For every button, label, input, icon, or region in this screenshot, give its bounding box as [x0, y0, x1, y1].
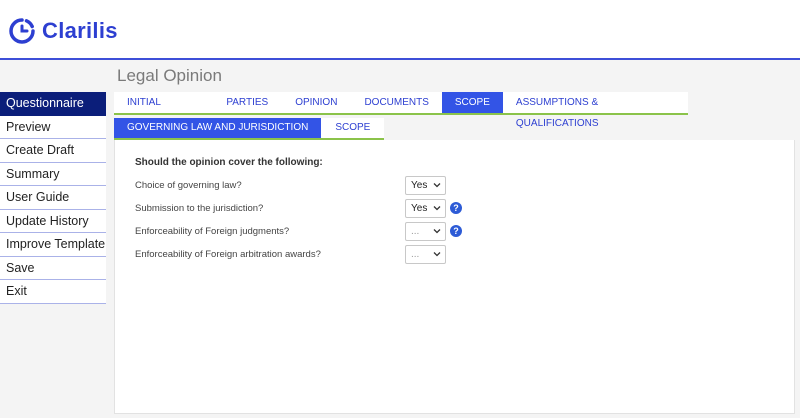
brand-name: Clarilis	[42, 18, 118, 43]
question-row: Choice of governing law? Yes	[115, 176, 794, 196]
chevron-down-icon	[433, 206, 441, 211]
page-title: Legal Opinion	[117, 66, 222, 85]
section-tabs: INITIAL DETAILS PARTIES OPINION DOCUMENT…	[114, 92, 688, 129]
subtab-governing-law[interactable]: GOVERNING LAW AND JURISDICTION	[114, 118, 322, 138]
sidebar-item-improve-template[interactable]: Improve Template	[0, 233, 106, 257]
question-label: Choice of governing law?	[135, 180, 242, 191]
tab-assumptions-qualifications[interactable]: ASSUMPTIONS & QUALIFICATIONS	[503, 92, 688, 129]
question-label: Submission to the jurisdiction?	[135, 203, 264, 214]
question-label: Enforceability of Foreign judgments?	[135, 226, 290, 237]
sidebar: Questionnaire Preview Create Draft Summa…	[0, 92, 106, 304]
question-label: Enforceability of Foreign arbitration aw…	[135, 249, 321, 260]
answer-select[interactable]: Yes	[405, 199, 446, 218]
sidebar-item-user-guide[interactable]: User Guide	[0, 186, 106, 210]
question-row: Submission to the jurisdiction? Yes ?	[115, 199, 794, 219]
answer-value: ...	[411, 226, 420, 237]
chevron-down-icon	[433, 229, 441, 234]
tab-documents[interactable]: DOCUMENTS	[351, 92, 441, 113]
tab-initial-details[interactable]: INITIAL DETAILS	[114, 92, 213, 129]
sidebar-item-save[interactable]: Save	[0, 256, 106, 280]
clarilis-logo-icon	[9, 18, 35, 44]
sidebar-item-preview[interactable]: Preview	[0, 115, 106, 139]
question-row: Enforceability of Foreign arbitration aw…	[115, 245, 794, 265]
tab-parties[interactable]: PARTIES	[213, 92, 281, 113]
question-row: Enforceability of Foreign judgments? ...…	[115, 222, 794, 242]
sub-tabs: GOVERNING LAW AND JURISDICTION SCOPE	[114, 118, 385, 140]
question-heading: Should the opinion cover the following:	[135, 157, 323, 168]
answer-value: ...	[411, 249, 420, 260]
questionnaire-panel: Should the opinion cover the following: …	[114, 140, 795, 414]
app-header: Clarilis	[0, 0, 800, 60]
sidebar-item-questionnaire[interactable]: Questionnaire	[0, 92, 106, 116]
answer-value: Yes	[411, 203, 428, 214]
sidebar-item-summary[interactable]: Summary	[0, 162, 106, 186]
answer-select[interactable]: ...	[405, 245, 446, 264]
tab-opinion[interactable]: OPINION	[281, 92, 351, 113]
help-icon[interactable]: ?	[450, 202, 462, 214]
sidebar-item-create-draft[interactable]: Create Draft	[0, 139, 106, 163]
brand-logo[interactable]: Clarilis	[8, 17, 118, 45]
answer-select[interactable]: Yes	[405, 176, 446, 195]
sidebar-item-update-history[interactable]: Update History	[0, 209, 106, 233]
chevron-down-icon	[433, 252, 441, 257]
answer-value: Yes	[411, 180, 428, 191]
help-icon[interactable]: ?	[450, 225, 462, 237]
tab-scope[interactable]: SCOPE	[441, 92, 503, 113]
subtab-scope[interactable]: SCOPE	[321, 118, 385, 138]
sidebar-item-exit[interactable]: Exit	[0, 280, 106, 304]
chevron-down-icon	[433, 183, 441, 188]
answer-select[interactable]: ...	[405, 222, 446, 241]
